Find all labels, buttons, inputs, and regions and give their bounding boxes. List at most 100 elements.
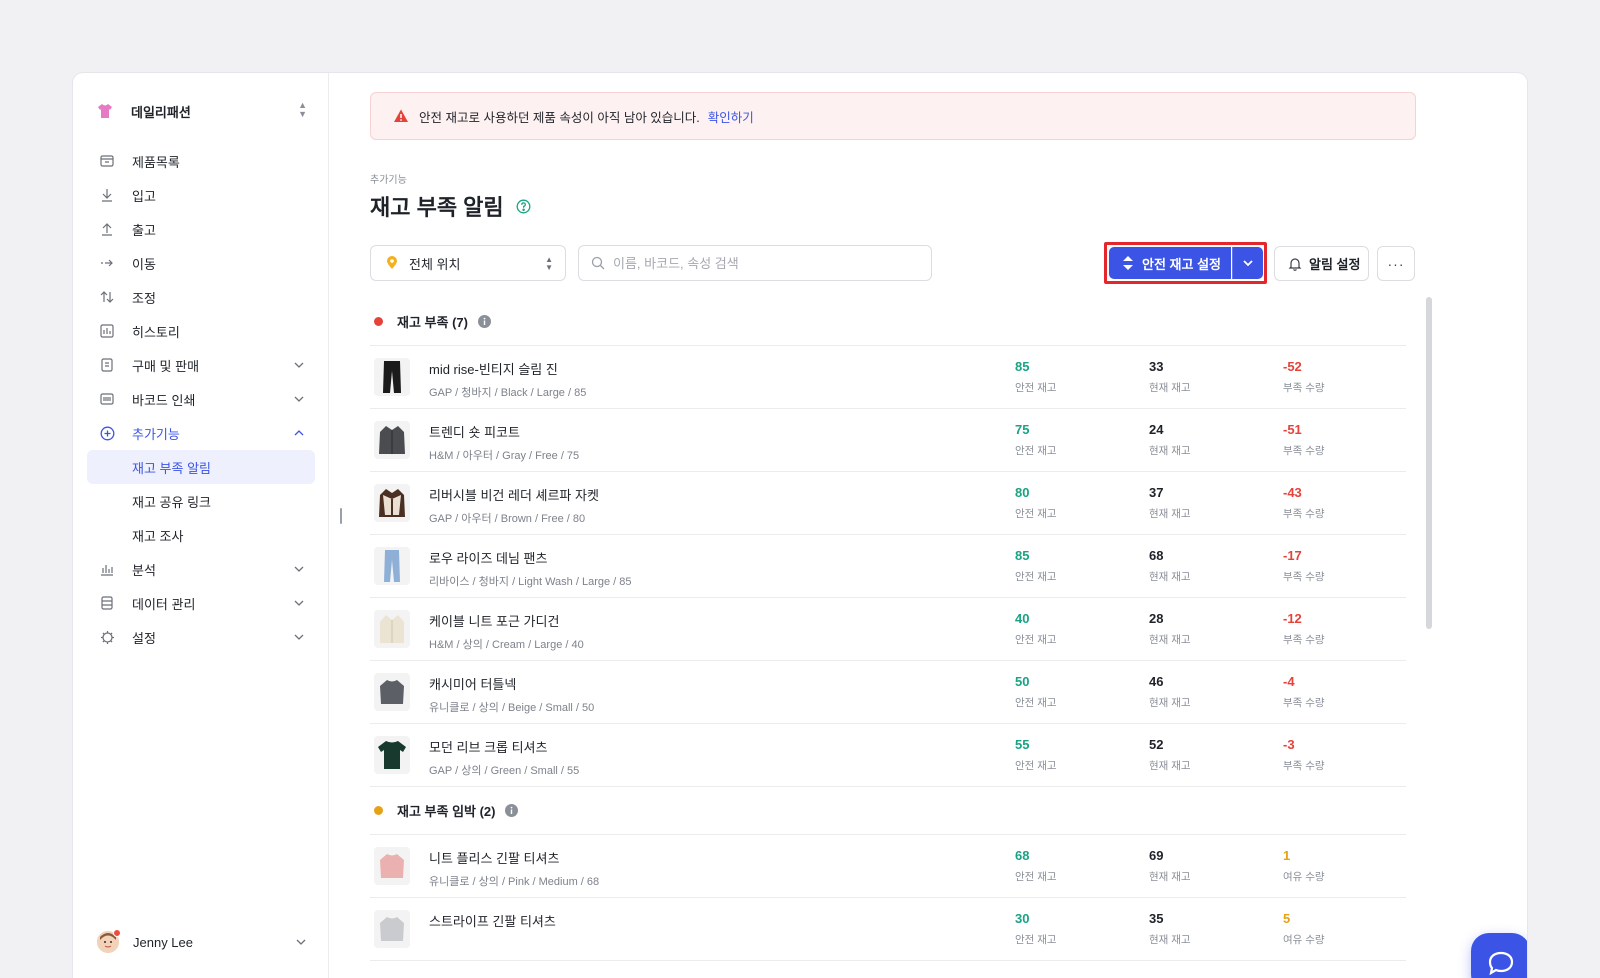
info-icon[interactable] bbox=[505, 804, 519, 817]
document-icon bbox=[99, 357, 115, 373]
product-row[interactable]: 모던 리브 크롭 티셔츠 GAP / 상의 / Green / Small / … bbox=[370, 724, 1406, 787]
safety-stock-stat: 85 안전 재고 bbox=[1015, 359, 1057, 395]
location-select[interactable]: 전체 위치 ▲ ▼ bbox=[370, 245, 566, 281]
shirt-logo-icon bbox=[98, 104, 112, 118]
help-icon[interactable] bbox=[516, 199, 531, 214]
safety-stock-dropdown-button[interactable] bbox=[1232, 247, 1263, 279]
info-icon[interactable] bbox=[477, 315, 491, 328]
product-name[interactable]: 스트라이프 긴팔 티셔츠 bbox=[429, 911, 556, 930]
alert-settings-button[interactable]: 알림 설정 bbox=[1274, 246, 1369, 281]
history-icon bbox=[99, 323, 115, 339]
shortage-stat: -12 부족 수량 bbox=[1283, 611, 1325, 647]
sidebar-subitem-low-stock-alert[interactable]: 재고 부족 알림 bbox=[87, 450, 315, 484]
product-name[interactable]: 리버시블 비건 레더 셰르파 자켓 bbox=[429, 485, 599, 504]
safety-stock-stat: 80 안전 재고 bbox=[1015, 485, 1057, 521]
sidebar-item-label: 구매 및 판매 bbox=[132, 358, 200, 374]
plus-circle-icon bbox=[99, 425, 115, 441]
alert-settings-label: 알림 설정 bbox=[1309, 257, 1361, 272]
sidebar-item-addons[interactable]: 추가기능 bbox=[87, 416, 315, 450]
safety-stock-stat: 55 안전 재고 bbox=[1015, 737, 1057, 773]
product-row[interactable]: 리버시블 비건 레더 셰르파 자켓 GAP / 아우터 / Brown / Fr… bbox=[370, 472, 1406, 535]
arrow-right-icon bbox=[99, 255, 115, 271]
search-box[interactable] bbox=[578, 245, 932, 281]
chat-support-button[interactable] bbox=[1471, 933, 1527, 978]
chevron-up-icon bbox=[294, 430, 304, 436]
current-stock-label: 현재 재고 bbox=[1149, 634, 1191, 646]
more-options-button[interactable]: ··· bbox=[1377, 246, 1415, 281]
product-row[interactable]: 트렌디 숏 피코트 H&M / 아우터 / Gray / Free / 75 7… bbox=[370, 409, 1406, 472]
product-info: 스트라이프 긴팔 티셔츠 bbox=[429, 911, 556, 936]
product-name[interactable]: mid rise-빈티지 슬림 진 bbox=[429, 359, 586, 378]
safety-stock-value: 75 bbox=[1015, 422, 1030, 437]
warning-banner: 안전 재고로 사용하던 제품 속성이 아직 남아 있습니다. 확인하기 bbox=[370, 92, 1416, 140]
product-info: 모던 리브 크롭 티셔츠 GAP / 상의 / Green / Small / … bbox=[429, 737, 579, 778]
safety-stock-stat: 40 안전 재고 bbox=[1015, 611, 1057, 647]
confirm-link[interactable]: 확인하기 bbox=[708, 107, 754, 126]
sidebar-item-label: 입고 bbox=[132, 188, 156, 204]
shortage-value: -52 bbox=[1283, 359, 1302, 374]
product-name[interactable]: 케이블 니트 포근 가디건 bbox=[429, 611, 584, 630]
product-name[interactable]: 캐시미어 터틀넥 bbox=[429, 674, 594, 693]
sidebar-item-analytics[interactable]: 분석 bbox=[87, 552, 315, 586]
product-row[interactable]: 캐시미어 터틀넥 유니클로 / 상의 / Beige / Small / 50 … bbox=[370, 661, 1406, 724]
current-stock-stat: 52 현재 재고 bbox=[1149, 737, 1191, 773]
sidebar-item-history[interactable]: 히스토리 bbox=[87, 314, 315, 348]
product-name[interactable]: 로우 라이즈 데님 팬츠 bbox=[429, 548, 632, 567]
sidebar-item-adjust[interactable]: 조정 bbox=[87, 280, 315, 314]
current-stock-value: 28 bbox=[1149, 611, 1164, 626]
sidebar-item-transfer[interactable]: 이동 bbox=[87, 246, 315, 280]
surplus-value: 1 bbox=[1283, 848, 1291, 863]
product-row[interactable]: 로우 라이즈 데님 팬츠 리바이스 / 청바지 / Light Wash / L… bbox=[370, 535, 1406, 598]
barcode-icon bbox=[99, 391, 115, 407]
scrollbar[interactable] bbox=[1426, 297, 1432, 629]
sidebar-item-settings[interactable]: 설정 bbox=[87, 620, 315, 654]
product-row[interactable]: mid rise-빈티지 슬림 진 GAP / 청바지 / Black / La… bbox=[370, 346, 1406, 409]
location-select-value: 전체 위치 bbox=[409, 256, 461, 272]
sidebar-subitem-share-link[interactable]: 재고 공유 링크 bbox=[87, 484, 315, 518]
sidebar-item-products[interactable]: 제품목록 bbox=[87, 144, 315, 178]
product-thumbnail bbox=[374, 847, 410, 885]
current-stock-stat: 69 현재 재고 bbox=[1149, 848, 1191, 884]
location-pin-icon bbox=[387, 256, 397, 269]
search-input[interactable] bbox=[613, 255, 913, 271]
sidebar-subitem-stock-count[interactable]: 재고 조사 bbox=[87, 518, 315, 552]
current-stock-label: 현재 재고 bbox=[1149, 508, 1191, 520]
user-menu[interactable]: Jenny Lee bbox=[97, 928, 307, 956]
product-name[interactable]: 모던 리브 크롭 티셔츠 bbox=[429, 737, 579, 756]
chevron-down-icon bbox=[294, 566, 304, 572]
stock-alert-list: 재고 부족 (7) mid rise-빈티지 슬림 진 GAP / 청바지 / … bbox=[370, 298, 1406, 978]
safety-stock-value: 68 bbox=[1015, 848, 1030, 863]
current-stock-stat: 68 현재 재고 bbox=[1149, 548, 1191, 584]
sidebar-item-data[interactable]: 데이터 관리 bbox=[87, 586, 315, 620]
product-row[interactable]: 스트라이프 긴팔 티셔츠 30 안전 재고 35 현재 재고 5 여유 수량 bbox=[370, 898, 1406, 961]
chevron-down-icon bbox=[1243, 260, 1253, 267]
product-row[interactable]: 케이블 니트 포근 가디건 H&M / 상의 / Cream / Large /… bbox=[370, 598, 1406, 661]
sidebar-item-barcode[interactable]: 바코드 인쇄 bbox=[87, 382, 315, 416]
status-dot bbox=[374, 317, 383, 326]
sidebar-item-label: 데이터 관리 bbox=[132, 596, 196, 612]
sidebar-item-purchase-sales[interactable]: 구매 및 판매 bbox=[87, 348, 315, 382]
product-info: 케이블 니트 포근 가디건 H&M / 상의 / Cream / Large /… bbox=[429, 611, 584, 652]
sidebar-item-inbound[interactable]: 입고 bbox=[87, 178, 315, 212]
avatar bbox=[97, 929, 121, 953]
sort-icon bbox=[1123, 256, 1133, 270]
shortage-label: 부족 수량 bbox=[1283, 571, 1325, 583]
safety-stock-label: 안전 재고 bbox=[1015, 871, 1057, 883]
workspace-switcher[interactable]: 데일리패션 ▲ ▼ bbox=[97, 97, 307, 125]
shortage-value: -51 bbox=[1283, 422, 1302, 437]
breadcrumb[interactable]: 추가기능 bbox=[370, 171, 407, 186]
product-name[interactable]: 트렌디 숏 피코트 bbox=[429, 422, 579, 441]
safety-stock-stat: 50 안전 재고 bbox=[1015, 674, 1057, 710]
current-stock-stat: 33 현재 재고 bbox=[1149, 359, 1191, 395]
product-name[interactable]: 니트 플리스 긴팔 티셔츠 bbox=[429, 848, 599, 867]
current-stock-label: 현재 재고 bbox=[1149, 382, 1191, 394]
sidebar-resize-handle[interactable] bbox=[340, 508, 342, 524]
product-info: mid rise-빈티지 슬림 진 GAP / 청바지 / Black / La… bbox=[429, 359, 586, 400]
page-title-row: 재고 부족 알림 bbox=[370, 190, 531, 222]
product-thumbnail bbox=[374, 358, 410, 396]
product-attributes: GAP / 아우터 / Brown / Free / 80 bbox=[429, 513, 586, 525]
sidebar-item-outbound[interactable]: 출고 bbox=[87, 212, 315, 246]
product-row[interactable]: 니트 플리스 긴팔 티셔츠 유니클로 / 상의 / Pink / Medium … bbox=[370, 835, 1406, 898]
product-thumbnail bbox=[374, 736, 410, 774]
safety-stock-settings-button[interactable]: 안전 재고 설정 bbox=[1109, 247, 1231, 279]
